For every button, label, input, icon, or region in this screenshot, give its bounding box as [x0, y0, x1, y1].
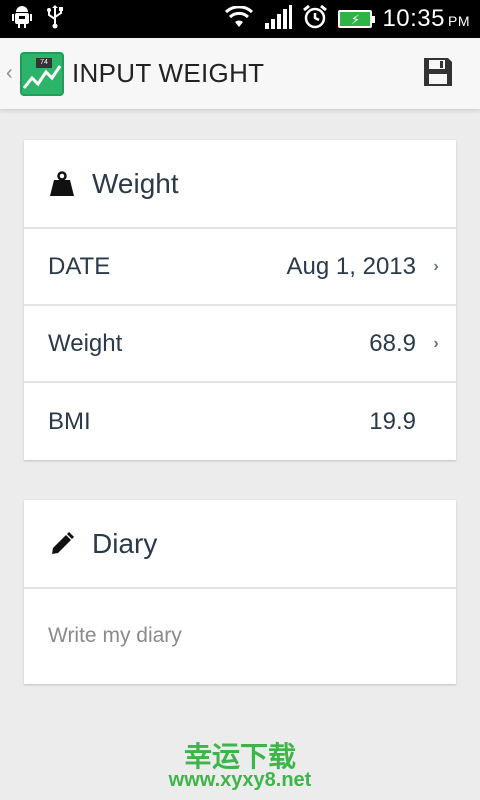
- save-button[interactable]: [420, 56, 456, 92]
- bmi-row: BMI 19.9: [24, 383, 456, 460]
- status-bar-right: ⚡ 10:35 PM: [224, 4, 470, 35]
- date-row[interactable]: DATE Aug 1, 2013 ›: [24, 229, 456, 306]
- weight-row[interactable]: Weight 68.9 ›: [24, 306, 456, 383]
- bmi-label: BMI: [48, 407, 91, 435]
- weight-card-title: Weight: [92, 167, 179, 199]
- weight-icon: [48, 170, 76, 198]
- diary-card: Diary Write my diary: [24, 500, 456, 684]
- watermark-url: www.xyxy8.net: [168, 769, 312, 791]
- signal-icon: [264, 4, 293, 34]
- android-debug-icon: [12, 5, 32, 33]
- weight-card: Weight DATE Aug 1, 2013 › Weight 68.9 › …: [24, 140, 456, 460]
- save-icon: [422, 56, 454, 93]
- usb-icon: [46, 4, 64, 34]
- weight-card-header: Weight: [24, 140, 456, 229]
- bmi-value: 19.9: [369, 407, 416, 435]
- status-bar-left: [12, 4, 64, 34]
- diary-placeholder: Write my diary: [48, 624, 182, 647]
- pencil-icon: [48, 530, 76, 558]
- battery-charging-icon: ⚡: [338, 10, 376, 28]
- back-chevron-icon[interactable]: ‹: [6, 62, 18, 85]
- app-logo-icon[interactable]: 74: [20, 51, 64, 96]
- action-bar: ‹ 74 INPUT WEIGHT: [0, 38, 480, 110]
- weight-label: Weight: [48, 329, 123, 357]
- diary-card-header: Diary: [24, 500, 456, 589]
- status-bar: ⚡ 10:35 PM: [0, 0, 480, 38]
- status-ampm: PM: [448, 13, 470, 29]
- date-label: DATE: [48, 252, 111, 280]
- status-time-value: 10:35: [382, 5, 445, 32]
- weight-value: 68.9: [369, 329, 416, 357]
- chevron-right-icon: ›: [433, 334, 439, 352]
- diary-card-title: Diary: [92, 527, 158, 559]
- page-title: INPUT WEIGHT: [72, 58, 265, 88]
- chevron-right-icon: ›: [433, 257, 439, 275]
- diary-input[interactable]: Write my diary: [24, 589, 456, 683]
- wifi-icon: [224, 4, 254, 33]
- date-value: Aug 1, 2013: [286, 252, 416, 280]
- status-time: 10:35 PM: [382, 5, 470, 33]
- alarm-icon: [302, 4, 328, 35]
